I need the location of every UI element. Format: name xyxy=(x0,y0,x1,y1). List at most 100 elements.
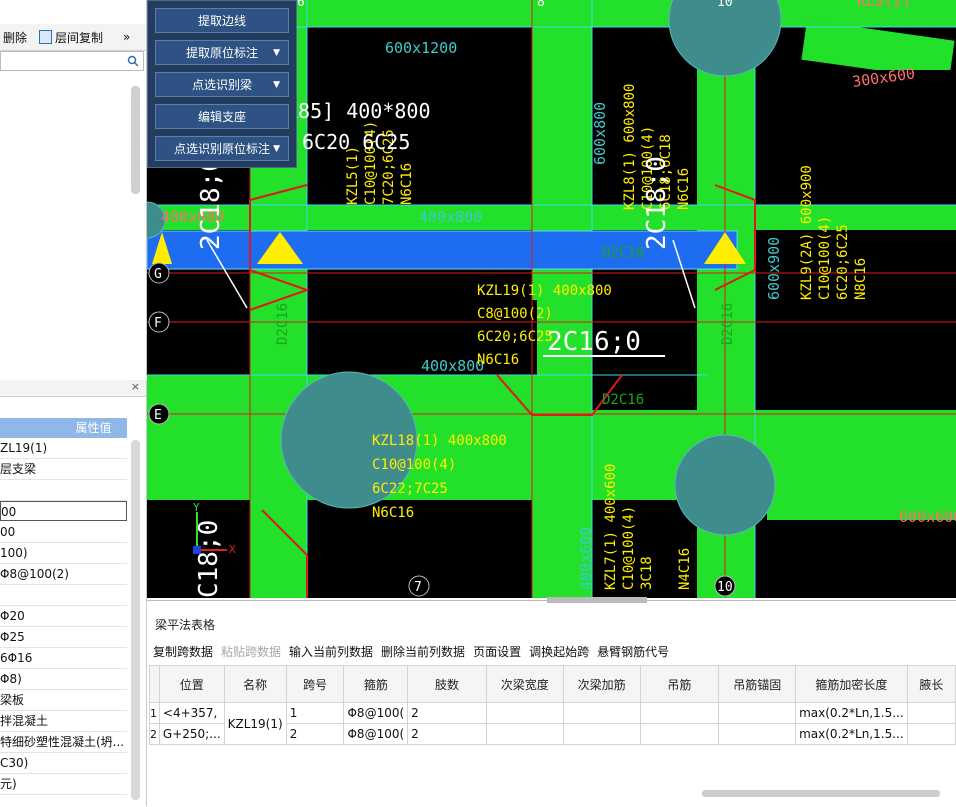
table-toolbar-button[interactable]: 悬臂钢筋代号 xyxy=(597,643,669,660)
delete-button[interactable]: 删除 xyxy=(3,29,27,46)
legs-cell[interactable]: 2 xyxy=(407,723,487,745)
kzl7-waist: N4C16 xyxy=(677,548,693,590)
property-value-row[interactable]: 元) xyxy=(0,774,127,795)
column-header[interactable]: 腋长 xyxy=(906,665,956,703)
property-value-row[interactable]: ZL19(1) xyxy=(0,438,127,459)
column-header[interactable]: 箍筋 xyxy=(343,665,409,703)
float-panel-button-label: 点选识别梁 xyxy=(191,78,252,92)
more-icon[interactable]: » xyxy=(123,30,130,44)
dense-length-cell[interactable]: max(0.2*Ln,1.5... xyxy=(795,723,908,745)
column-header[interactable]: 次梁宽度 xyxy=(485,665,564,703)
hanger-anchor-cell[interactable] xyxy=(718,702,797,724)
property-value-row[interactable]: 00 xyxy=(0,522,127,543)
name-cell[interactable]: KZL19(1) xyxy=(223,702,287,745)
hanger-cell[interactable] xyxy=(639,702,720,724)
axis-label-6: 6 xyxy=(297,0,305,10)
axis-label-7: 7 xyxy=(414,580,422,595)
column-header[interactable]: 位置 xyxy=(158,665,225,703)
svg-text:Y: Y xyxy=(193,501,200,514)
property-value-row[interactable] xyxy=(0,585,127,606)
float-panel-button[interactable]: 编辑支座 xyxy=(155,104,289,129)
span-cell[interactable]: 1 xyxy=(285,702,345,724)
chevron-down-icon[interactable]: ▼ xyxy=(273,41,280,66)
column-header[interactable]: 跨号 xyxy=(285,665,345,703)
haunch-cell[interactable] xyxy=(906,723,956,745)
white-vertical-bottom: C18;0 xyxy=(194,520,224,598)
secondary-rebar-cell[interactable] xyxy=(562,702,641,724)
chevron-down-icon[interactable]: ▼ xyxy=(273,137,280,162)
search-icon[interactable] xyxy=(127,55,139,67)
d2c16-a: D2C16 xyxy=(602,245,644,261)
property-value-row[interactable]: Φ8) xyxy=(0,669,127,690)
float-panel-button[interactable]: 提取边线 xyxy=(155,8,289,33)
float-panel-button-label: 编辑支座 xyxy=(197,110,246,124)
hanger-anchor-cell[interactable] xyxy=(718,723,797,745)
axis-label-e: E xyxy=(154,408,162,423)
dense-length-cell[interactable]: max(0.2*Ln,1.5... xyxy=(795,702,908,724)
column-header[interactable]: 肢数 xyxy=(407,665,487,703)
search-input[interactable] xyxy=(0,51,144,71)
float-panel-button-label: 提取边线 xyxy=(197,14,246,28)
secondary-rebar-cell[interactable] xyxy=(562,723,641,745)
property-value-row[interactable]: Φ20 xyxy=(0,606,127,627)
d2c16-d: D2C16 xyxy=(720,303,736,345)
column-header[interactable]: 箍筋加密长度 xyxy=(795,665,908,703)
position-cell[interactable]: <4+357, xyxy=(158,702,225,724)
column-header[interactable]: 名称 xyxy=(223,665,287,703)
top-right-kl: KL8(2) xyxy=(857,0,911,10)
kzl18-bars: 6C22;7C25 xyxy=(372,481,448,497)
property-value-row[interactable]: 00 xyxy=(0,501,127,521)
secondary-width-cell[interactable] xyxy=(485,702,564,724)
stirrup-cell[interactable]: Φ8@100( xyxy=(343,702,409,724)
axis-label-g: G xyxy=(154,267,162,282)
property-value-row[interactable]: 6Φ16 xyxy=(0,648,127,669)
kzl9-label: KZL9(2A) 600x900 xyxy=(799,165,815,300)
table-toolbar-button[interactable]: 页面设置 xyxy=(473,643,521,660)
haunch-cell[interactable] xyxy=(906,702,956,724)
float-panel-button[interactable]: 点选识别原位标注 ▼ xyxy=(155,136,289,161)
property-value-row[interactable]: 梁板 xyxy=(0,690,127,711)
table-toolbar-button[interactable]: 复制跨数据 xyxy=(153,643,213,660)
white-main-label: 2C16;0 xyxy=(547,327,641,357)
mid-beam-size: 400x800 xyxy=(419,208,482,226)
property-value-row[interactable]: Φ25 xyxy=(0,627,127,648)
close-icon[interactable]: × xyxy=(131,380,140,393)
property-value-row[interactable]: 100) xyxy=(0,543,127,564)
tree-scrollbar[interactable] xyxy=(131,86,140,194)
table-toolbar-button[interactable]: 输入当前列数据 xyxy=(289,643,373,660)
float-panel-button[interactable]: 点选识别梁 ▼ xyxy=(155,72,289,97)
span-cell[interactable]: 2 xyxy=(285,723,345,745)
left-toolbar: 删除 层间复制 » xyxy=(0,24,146,51)
beam-600x600: 600x600 xyxy=(899,508,956,526)
float-panel-button[interactable]: 提取原位标注 ▼ xyxy=(155,40,289,65)
d2c16-c: D2C16 xyxy=(275,303,291,345)
position-cell[interactable]: G+250;... xyxy=(158,723,225,745)
hanger-cell[interactable] xyxy=(639,723,720,745)
column-header[interactable]: 吊筋锚固 xyxy=(718,665,797,703)
chevron-down-icon[interactable]: ▼ xyxy=(273,73,280,98)
table-toolbar-button[interactable]: 删除当前列数据 xyxy=(381,643,465,660)
property-value-row[interactable]: 拌混凝土 xyxy=(0,711,127,732)
table-title: 梁平法表格 xyxy=(155,618,216,632)
splitter-handle[interactable] xyxy=(547,597,647,603)
property-value-row[interactable]: Φ8@100(2) xyxy=(0,564,127,585)
table-horizontal-scrollbar[interactable] xyxy=(702,790,940,797)
property-value-row[interactable]: 特细砂塑性混凝土(坍... xyxy=(0,732,127,753)
kzl18-waist: N6C16 xyxy=(372,505,414,521)
table-toolbar-button[interactable]: 调换起始跨 xyxy=(529,643,589,660)
property-value-row[interactable]: C30) xyxy=(0,753,127,774)
legs-cell[interactable]: 2 xyxy=(407,702,487,724)
secondary-width-cell[interactable] xyxy=(485,723,564,745)
layer-copy-button[interactable]: 层间复制 xyxy=(55,29,103,46)
row-index-header xyxy=(149,665,160,703)
row-index: 2 xyxy=(149,723,160,745)
table-row[interactable]: 1 <4+357, KZL19(1) 1 Φ8@100( 2 max(0.2*L… xyxy=(149,702,956,745)
kzl18-stirrup: C10@100(4) xyxy=(372,457,456,473)
property-value-row[interactable]: 层支梁 xyxy=(0,459,127,480)
stirrup-cell[interactable]: Φ8@100( xyxy=(343,723,409,745)
column-header[interactable]: 吊筋 xyxy=(639,665,720,703)
column-header[interactable]: 次梁加筋 xyxy=(562,665,641,703)
property-value-row[interactable] xyxy=(0,480,127,501)
property-scrollbar[interactable] xyxy=(131,440,140,800)
table-toolbar-button[interactable]: 粘贴跨数据 xyxy=(221,643,281,660)
